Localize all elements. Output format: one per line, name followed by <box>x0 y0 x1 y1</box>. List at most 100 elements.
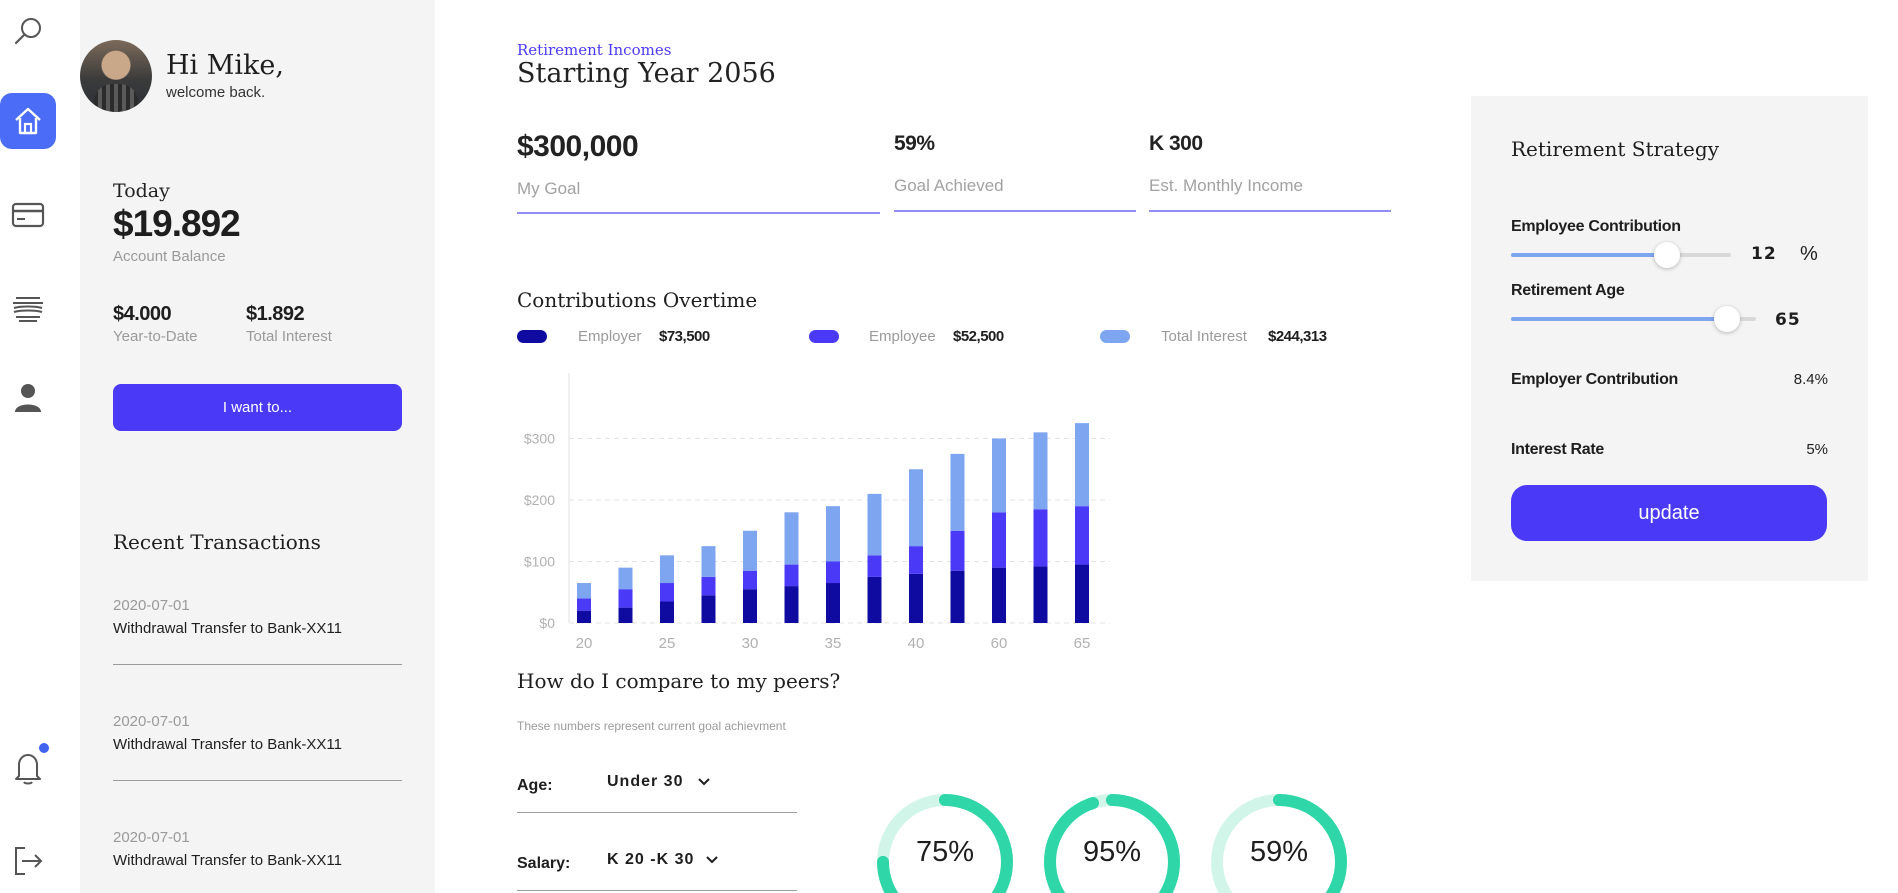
donut-label: 95% <box>1082 836 1142 868</box>
bar-segment-employee <box>577 598 591 611</box>
bar-segment-total-interest <box>826 506 840 562</box>
bar-segment-employee <box>618 589 633 608</box>
retirement-age-label: Retirement Age <box>1511 282 1625 299</box>
avatar[interactable] <box>80 40 152 112</box>
nav-bank[interactable] <box>0 281 56 337</box>
home-icon <box>15 107 41 135</box>
bar-segment-employer <box>1075 564 1089 623</box>
legend-swatch-employee <box>809 330 839 343</box>
bar-segment-employer <box>867 576 882 623</box>
transaction-item[interactable]: 2020-07-01 Withdrawal Transfer to Bank-X… <box>113 713 402 781</box>
total-interest-label: Total Interest <box>246 328 332 345</box>
transaction-item[interactable]: 2020-07-01 Withdrawal Transfer to Bank-X… <box>113 597 402 665</box>
bar-segment-employee <box>909 546 923 574</box>
bar-segment-employee <box>1033 509 1048 567</box>
kpi-label: Est. Monthly Income <box>1149 176 1304 195</box>
filter-label: Salary: <box>517 855 571 872</box>
slider-fill <box>1511 317 1727 321</box>
ytd-label: Year-to-Date <box>113 328 198 345</box>
bar-segment-employer <box>1033 566 1048 623</box>
bar-segment-total-interest <box>909 469 923 547</box>
contributions-chart: $0 $100 $200 $300 20 25 30 35 40 60 65 <box>524 373 1110 652</box>
age-filter[interactable]: Age: Under 30 <box>517 763 797 813</box>
legend-label: Total Interest <box>1161 328 1247 345</box>
account-balance: $19.892 <box>113 203 241 244</box>
bar-segment-total-interest <box>743 530 757 571</box>
logout-icon <box>15 847 43 875</box>
salary-filter[interactable]: Salary: K 20 -K 30 <box>517 841 797 891</box>
y-tick-label: $0 <box>539 615 555 631</box>
transaction-item[interactable]: 2020-07-01 Withdrawal Transfer to Bank-X… <box>113 829 402 893</box>
bar-segment-employer <box>826 583 840 623</box>
bar-segment-employee <box>743 570 757 590</box>
peer-donut: 95% <box>1040 790 1184 893</box>
page-kicker: Retirement Incomes <box>517 41 672 59</box>
search-button[interactable] <box>0 4 56 60</box>
bar-segment-total-interest <box>701 546 716 577</box>
i-want-to-button[interactable]: I want to... <box>113 384 402 431</box>
update-button[interactable]: update <box>1511 485 1827 541</box>
greeting: Hi Mike, <box>166 50 284 81</box>
interest-rate-value: 5% <box>1806 441 1828 458</box>
employee-contribution-slider[interactable] <box>1511 242 1731 268</box>
bar-segment-total-interest <box>618 567 633 590</box>
employee-contribution-label: Employee Contribution <box>1511 218 1681 235</box>
employer-contribution-value: 8.4% <box>1793 371 1828 388</box>
kpi-value: 59% <box>894 132 935 155</box>
y-tick-label: $100 <box>524 554 555 570</box>
kpi-goal-achieved: 59% Goal Achieved <box>894 132 1136 212</box>
filter-value: K 20 -K 30 <box>607 851 695 868</box>
nav-profile[interactable] <box>0 370 56 426</box>
legend-label: Employee <box>869 328 936 345</box>
peers-title: How do I compare to my peers? <box>517 669 841 693</box>
card-icon <box>11 202 45 228</box>
nav-cards[interactable] <box>0 187 56 243</box>
bar-segment-employer <box>618 607 633 623</box>
transaction-date: 2020-07-01 <box>113 713 190 730</box>
strategy-title: Retirement Strategy <box>1511 137 1719 161</box>
user-icon <box>15 384 41 412</box>
kpi-label: My Goal <box>517 179 581 198</box>
logout-button[interactable] <box>0 833 56 889</box>
kpi-monthly-income: K 300 Est. Monthly Income <box>1149 132 1391 212</box>
contributions-title: Contributions Overtime <box>517 288 758 312</box>
bar-segment-employer <box>577 610 591 623</box>
bar-segment-employee <box>992 512 1006 568</box>
transaction-date: 2020-07-01 <box>113 597 190 614</box>
legend-swatch-total-interest <box>1100 330 1130 343</box>
bar-segment-employee <box>660 583 674 602</box>
retirement-age-slider[interactable] <box>1511 306 1756 332</box>
bar-segment-total-interest <box>992 438 1006 513</box>
bar-segment-total-interest <box>660 555 674 584</box>
bar-segment-employee <box>1075 506 1089 565</box>
filter-value: Under 30 <box>607 773 684 790</box>
bar-segment-total-interest <box>867 493 882 556</box>
x-tick-label: 60 <box>991 635 1008 652</box>
bar-segment-employee <box>826 561 840 584</box>
bar-segment-total-interest <box>1075 423 1089 507</box>
ytd-value: $4.000 <box>113 303 172 325</box>
nav-home[interactable] <box>0 93 56 149</box>
employee-contribution-value: 12 <box>1751 244 1777 264</box>
x-tick-label: 20 <box>576 635 593 652</box>
bar-segment-employer <box>743 589 757 623</box>
account-balance-label: Account Balance <box>113 248 226 265</box>
icon-rail <box>0 0 80 893</box>
employee-contribution-unit: % <box>1800 243 1818 265</box>
notification-badge <box>37 741 51 755</box>
bar-segment-employer <box>992 567 1006 623</box>
slider-handle[interactable] <box>1654 242 1681 268</box>
x-tick-label: 40 <box>908 635 925 652</box>
transaction-date: 2020-07-01 <box>113 829 190 846</box>
legend-value: $52,500 <box>953 328 1004 345</box>
bar-segment-total-interest <box>784 512 799 565</box>
x-tick-label: 35 <box>825 635 842 652</box>
bar-segment-employer <box>660 601 674 623</box>
filter-label: Age: <box>517 777 553 794</box>
retirement-age-value: 65 <box>1775 310 1801 330</box>
transaction-description: Withdrawal Transfer to Bank-XX11 <box>113 852 342 869</box>
x-tick-label: 65 <box>1074 635 1091 652</box>
slider-handle[interactable] <box>1713 306 1740 332</box>
chevron-down-icon <box>706 856 718 864</box>
legend-value: $73,500 <box>659 328 710 345</box>
